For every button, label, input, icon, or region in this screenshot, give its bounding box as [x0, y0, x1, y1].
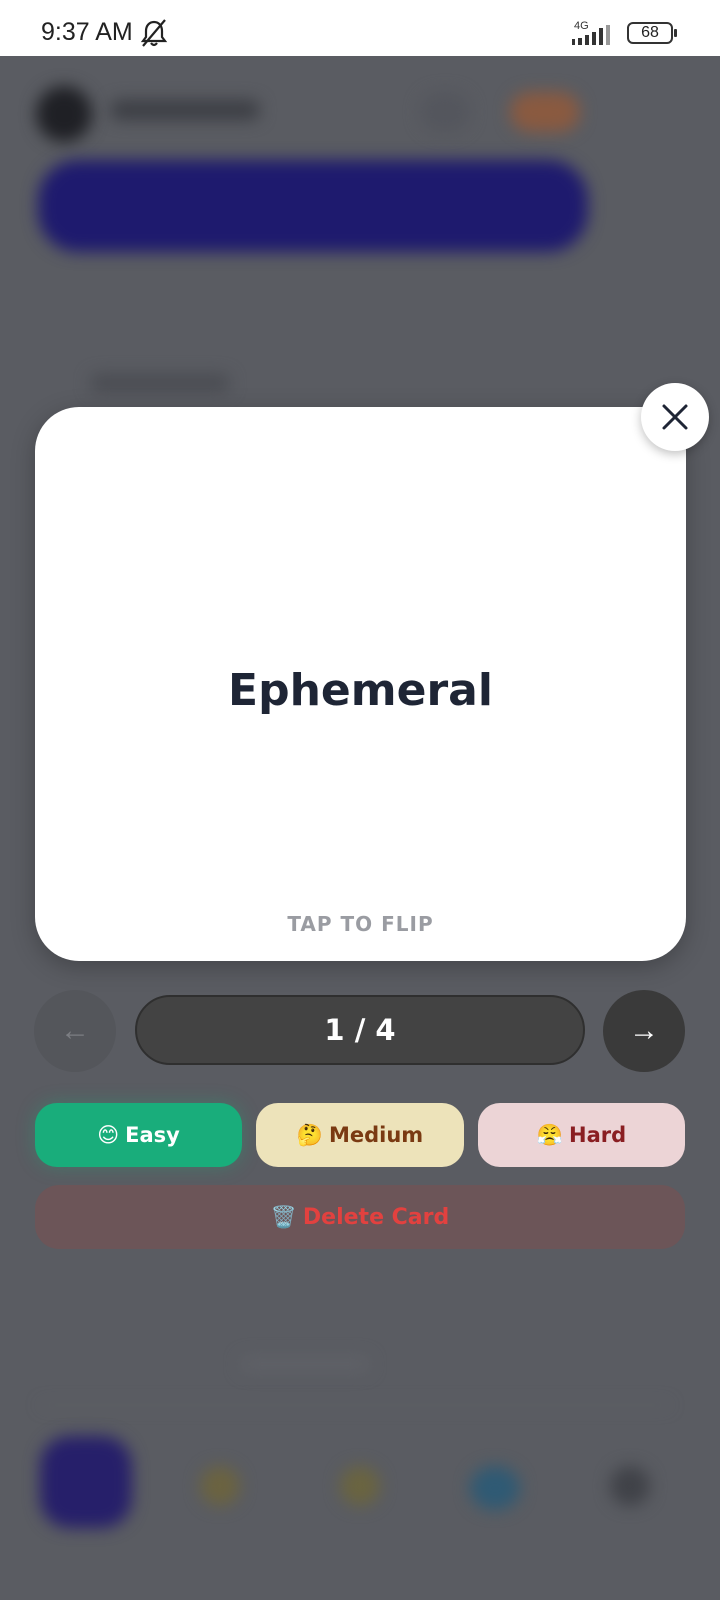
medium-label: Medium	[328, 1123, 424, 1147]
frustrated-icon: 😤	[536, 1122, 563, 1147]
status-bar: 9:37 AM 4G 68	[0, 0, 720, 56]
medium-button[interactable]: 🤔 Medium	[256, 1103, 464, 1167]
background-text	[240, 1356, 370, 1372]
hard-button[interactable]: 😤 Hard	[478, 1103, 685, 1167]
background-divider	[40, 1404, 670, 1406]
previous-card-button[interactable]: ←	[34, 990, 116, 1072]
delete-card-label: Delete Card	[302, 1204, 450, 1230]
background-nav-button	[40, 1436, 132, 1528]
easy-button[interactable]: 😊 Easy	[35, 1103, 242, 1167]
battery-icon: 68	[627, 22, 677, 44]
background-nav-button	[340, 1466, 380, 1506]
signal-icon	[572, 25, 610, 45]
background-streak-pill	[510, 92, 580, 132]
battery-level: 68	[641, 24, 659, 41]
arrow-left-icon: ←	[60, 1014, 90, 1047]
bell-off-icon	[140, 19, 168, 47]
avatar	[36, 86, 92, 142]
background-title	[110, 100, 260, 120]
hard-label: Hard	[569, 1123, 627, 1147]
arrow-right-icon: →	[629, 1014, 659, 1047]
easy-label: Easy	[125, 1123, 180, 1147]
delete-card-button[interactable]: 🗑️ Delete Card	[35, 1185, 685, 1249]
card-counter-text: 1 / 4	[324, 1013, 396, 1047]
background-text	[90, 374, 230, 392]
background-nav-button	[470, 1466, 520, 1510]
background-banner	[38, 160, 588, 252]
background-pill	[420, 92, 470, 132]
card-counter: 1 / 4	[135, 995, 585, 1065]
background-nav-button	[200, 1466, 240, 1506]
status-time: 9:37 AM	[41, 18, 133, 46]
flashcard-word: Ephemeral	[228, 665, 493, 716]
next-card-button[interactable]: →	[603, 990, 685, 1072]
close-button[interactable]	[641, 383, 709, 451]
flip-hint: TAP TO FLIP	[287, 912, 434, 936]
trash-icon: 🗑️	[270, 1204, 297, 1229]
close-icon	[662, 404, 688, 430]
flashcard[interactable]: Ephemeral TAP TO FLIP	[35, 407, 686, 961]
background-nav-button	[610, 1466, 650, 1506]
smile-icon: 😊	[97, 1123, 120, 1147]
thinking-icon: 🤔	[296, 1122, 323, 1147]
